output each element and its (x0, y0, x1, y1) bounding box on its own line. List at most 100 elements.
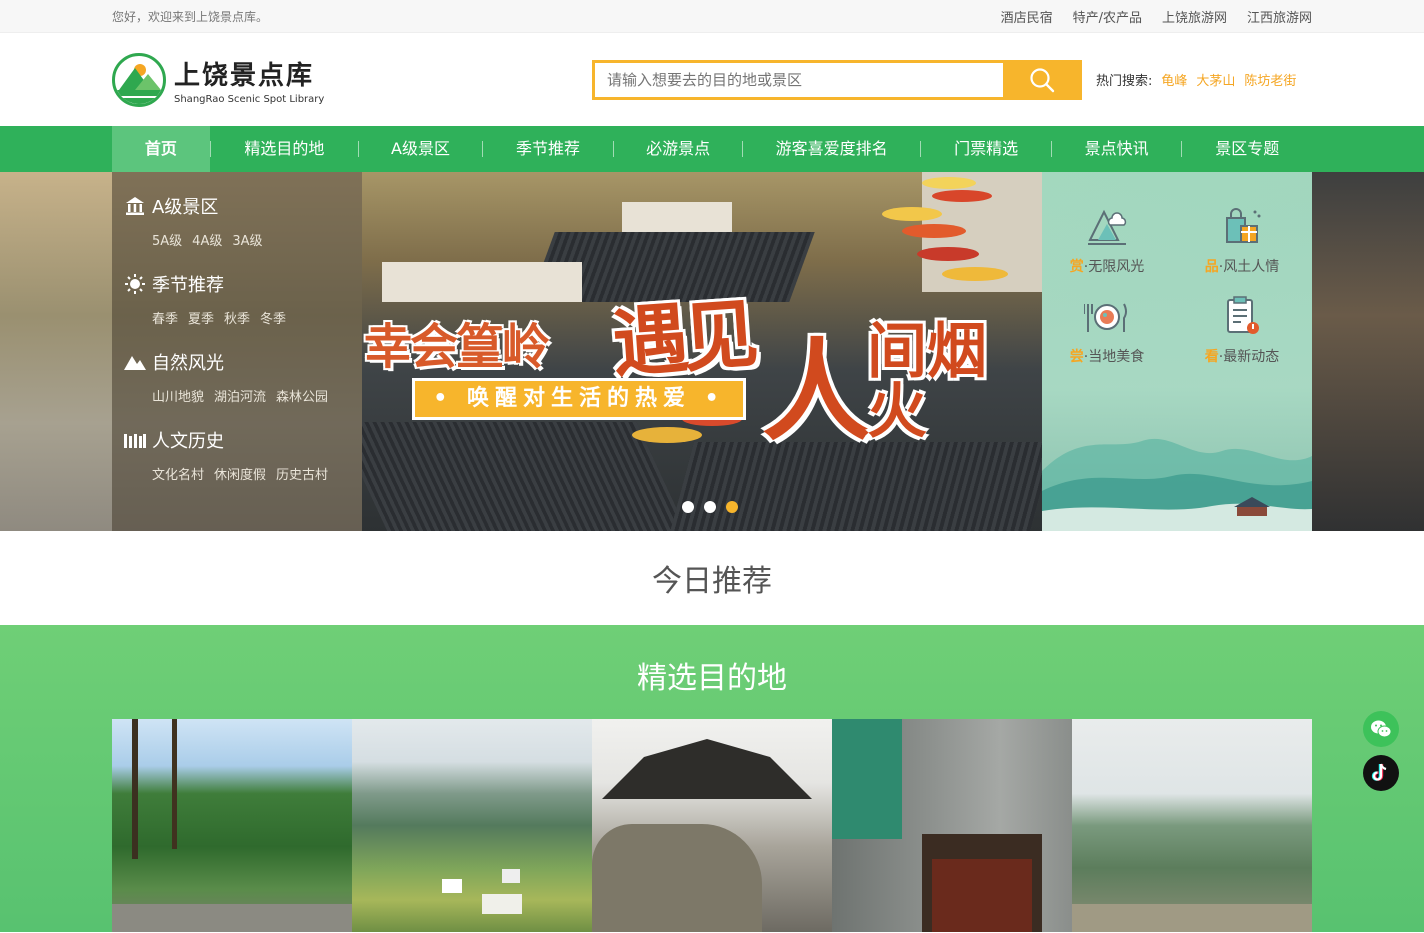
douyin-icon (1371, 763, 1387, 781)
category-link-forest[interactable]: 森林公园 (276, 386, 328, 405)
today-title: 今日推荐 (652, 564, 772, 599)
destination-card[interactable] (112, 719, 352, 932)
category-title-culture[interactable]: 人文历史 (124, 428, 350, 452)
hero-banner: 幸会篁岭 遇见 人 间烟火 • 唤醒对生活的热爱 • A级景区 5A级 4A级 … (0, 172, 1424, 531)
feature-label: ·无限风光 (1083, 259, 1145, 275)
nav-destinations[interactable]: 精选目的地 (211, 126, 359, 172)
main-nav: 首页 精选目的地 A级景区 季节推荐 必游景点 游客喜爱度排名 门票精选 景点快… (0, 126, 1424, 172)
category-title-a-level[interactable]: A级景区 (124, 194, 350, 218)
category-link-lakes[interactable]: 湖泊河流 (214, 386, 266, 405)
nav-home[interactable]: 首页 (112, 126, 210, 172)
carousel-dots (682, 501, 738, 513)
wechat-icon (1371, 720, 1392, 738)
top-link-hotels[interactable]: 酒店民宿 (1001, 7, 1053, 26)
building-icon (124, 196, 146, 216)
hot-term-guifeng[interactable]: 龟峰 (1161, 70, 1187, 89)
feature-news[interactable]: 看·最新动态 (1187, 294, 1297, 366)
banner-title-small: 幸会篁岭 (364, 319, 550, 375)
category-label: 自然风光 (152, 353, 224, 374)
feature-customs[interactable]: 品·风土人情 (1187, 204, 1297, 276)
feature-label: ·最新动态 (1218, 349, 1280, 365)
nav-topics[interactable]: 景区专题 (1182, 126, 1312, 172)
feature-key: 品 (1204, 259, 1219, 275)
featured-title: 精选目的地 (637, 661, 787, 696)
category-link-leisure[interactable]: 休闲度假 (214, 464, 266, 483)
landscape-icon (1084, 204, 1130, 250)
carousel-dot-3[interactable] (726, 501, 738, 513)
top-link-specialties[interactable]: 特产/农产品 (1073, 7, 1142, 26)
hot-term-chenfang[interactable]: 陈坊老街 (1244, 70, 1296, 89)
category-seasonal: 季节推荐 春季 夏季 秋季 冬季 (124, 272, 350, 327)
category-link-autumn[interactable]: 秋季 (224, 308, 250, 327)
header: 上饶景点库 ShangRao Scenic Spot Library 热门搜索:… (0, 33, 1424, 126)
site-logo[interactable]: 上饶景点库 ShangRao Scenic Spot Library (112, 52, 592, 107)
category-label: A级景区 (152, 197, 219, 218)
nav-ranking[interactable]: 游客喜爱度排名 (743, 126, 920, 172)
category-link-landforms[interactable]: 山川地貌 (152, 386, 204, 405)
sun-icon (124, 274, 146, 294)
search-box (592, 59, 1082, 100)
news-clipboard-icon (1219, 294, 1265, 340)
search-button[interactable] (1005, 62, 1079, 97)
carousel-dot-1[interactable] (682, 501, 694, 513)
banner-slide[interactable]: 幸会篁岭 遇见 人 间烟火 • 唤醒对生活的热爱 • (362, 172, 1042, 531)
hot-search-label: 热门搜索: (1096, 74, 1153, 89)
category-link-4a[interactable]: 4A级 (192, 230, 222, 249)
feature-panel: 赏·无限风光 品·风土人情 尝·当地美食 看·最新动态 (1042, 172, 1312, 531)
feature-key: 赏 (1069, 259, 1084, 275)
banner-subtitle: • 唤醒对生活的热爱 • (415, 381, 743, 417)
carousel-dot-2[interactable] (704, 501, 716, 513)
banner-title-big-1: 遇见 (609, 289, 756, 388)
feature-label: ·当地美食 (1083, 349, 1145, 365)
destination-list (112, 719, 1312, 932)
logo-title: 上饶景点库 (174, 60, 315, 91)
destination-card[interactable] (352, 719, 592, 932)
nav-tickets[interactable]: 门票精选 (921, 126, 1051, 172)
category-label: 季节推荐 (152, 275, 224, 296)
top-link-jiangxi-travel[interactable]: 江西旅游网 (1247, 7, 1312, 26)
category-nature: 自然风光 山川地貌 湖泊河流 森林公园 (124, 350, 350, 405)
nav-must-visit[interactable]: 必游景点 (614, 126, 742, 172)
destination-card[interactable] (832, 719, 1072, 932)
category-a-level: A级景区 5A级 4A级 3A级 (124, 194, 350, 249)
feature-label: ·风土人情 (1218, 259, 1280, 275)
category-link-ancient[interactable]: 历史古村 (276, 464, 328, 483)
category-link-winter[interactable]: 冬季 (260, 308, 286, 327)
featured-section: 精选目的地 (0, 625, 1424, 932)
feature-key: 尝 (1069, 349, 1084, 365)
category-link-villages[interactable]: 文化名村 (152, 464, 204, 483)
banner-title-big-3: 间烟火 (867, 317, 987, 447)
destination-card[interactable] (592, 719, 832, 932)
hills-decoration (1042, 438, 1312, 531)
wechat-button[interactable] (1363, 711, 1399, 747)
destination-card[interactable] (1072, 719, 1312, 932)
category-link-spring[interactable]: 春季 (152, 308, 178, 327)
category-label: 人文历史 (152, 431, 224, 452)
top-link-shangrao-travel[interactable]: 上饶旅游网 (1162, 7, 1227, 26)
logo-subtitle: ShangRao Scenic Spot Library (174, 93, 325, 105)
feature-key: 看 (1204, 349, 1219, 365)
top-bar: 您好，欢迎来到上饶景点库。 酒店民宿 特产/农产品 上饶旅游网 江西旅游网 (0, 0, 1424, 33)
nav-a-level[interactable]: A级景区 (359, 126, 482, 172)
feature-scenery[interactable]: 赏·无限风光 (1052, 204, 1162, 276)
hot-term-damaoshan[interactable]: 大茅山 (1196, 70, 1235, 89)
columns-icon (124, 430, 146, 450)
social-float (1363, 711, 1399, 791)
feature-food[interactable]: 尝·当地美食 (1052, 294, 1162, 366)
top-links: 酒店民宿 特产/农产品 上饶旅游网 江西旅游网 (1001, 7, 1312, 26)
category-title-nature[interactable]: 自然风光 (124, 350, 350, 374)
hot-search: 热门搜索: 龟峰 大茅山 陈坊老街 (1096, 70, 1296, 89)
category-link-3a[interactable]: 3A级 (232, 230, 262, 249)
search-icon (1030, 67, 1055, 92)
douyin-button[interactable] (1363, 755, 1399, 791)
category-link-5a[interactable]: 5A级 (152, 230, 182, 249)
category-title-seasonal[interactable]: 季节推荐 (124, 272, 350, 296)
search-input[interactable] (595, 62, 1005, 97)
banner-title-big-2: 人 (762, 327, 872, 456)
nav-news[interactable]: 景点快讯 (1052, 126, 1182, 172)
dining-icon (1083, 294, 1130, 340)
category-link-summer[interactable]: 夏季 (188, 308, 214, 327)
welcome-text: 您好，欢迎来到上饶景点库。 (112, 9, 269, 24)
category-menu: A级景区 5A级 4A级 3A级 季节推荐 春季 夏季 秋季 冬季 自然风光 山… (112, 172, 362, 531)
nav-seasonal[interactable]: 季节推荐 (483, 126, 614, 172)
